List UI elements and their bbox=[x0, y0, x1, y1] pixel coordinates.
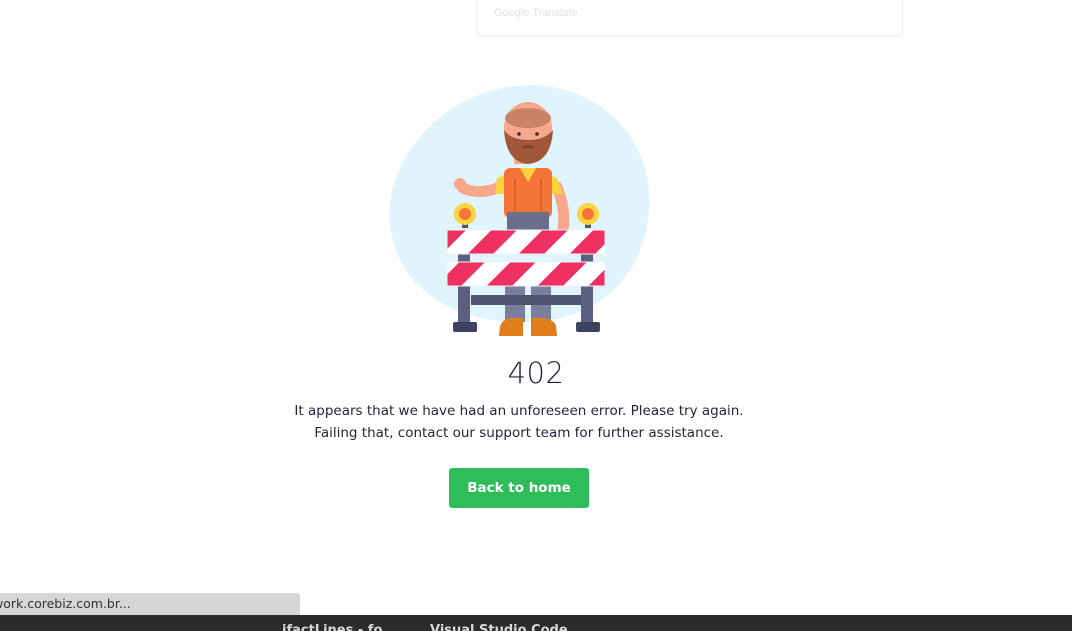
construction-worker-illustration bbox=[389, 85, 650, 336]
taskbar: ifactLines - fo Visual Studio Code bbox=[0, 615, 1072, 631]
barricade-board-bottom bbox=[447, 262, 605, 286]
taskbar-item[interactable]: Visual Studio Code bbox=[430, 623, 568, 631]
google-translate-label: Google Translate bbox=[494, 7, 578, 19]
google-translate-widget[interactable]: Google Translate bbox=[477, 0, 903, 36]
taskbar-item[interactable]: ifactLines - fo bbox=[282, 623, 382, 631]
back-to-home-button[interactable]: Back to home bbox=[449, 468, 589, 508]
barricade-board-top bbox=[447, 230, 605, 254]
error-message: It appears that we have had an unforesee… bbox=[294, 403, 744, 441]
status-bar-url: work.corebiz.com.br... bbox=[0, 593, 300, 615]
error-code: 402 bbox=[507, 356, 565, 390]
